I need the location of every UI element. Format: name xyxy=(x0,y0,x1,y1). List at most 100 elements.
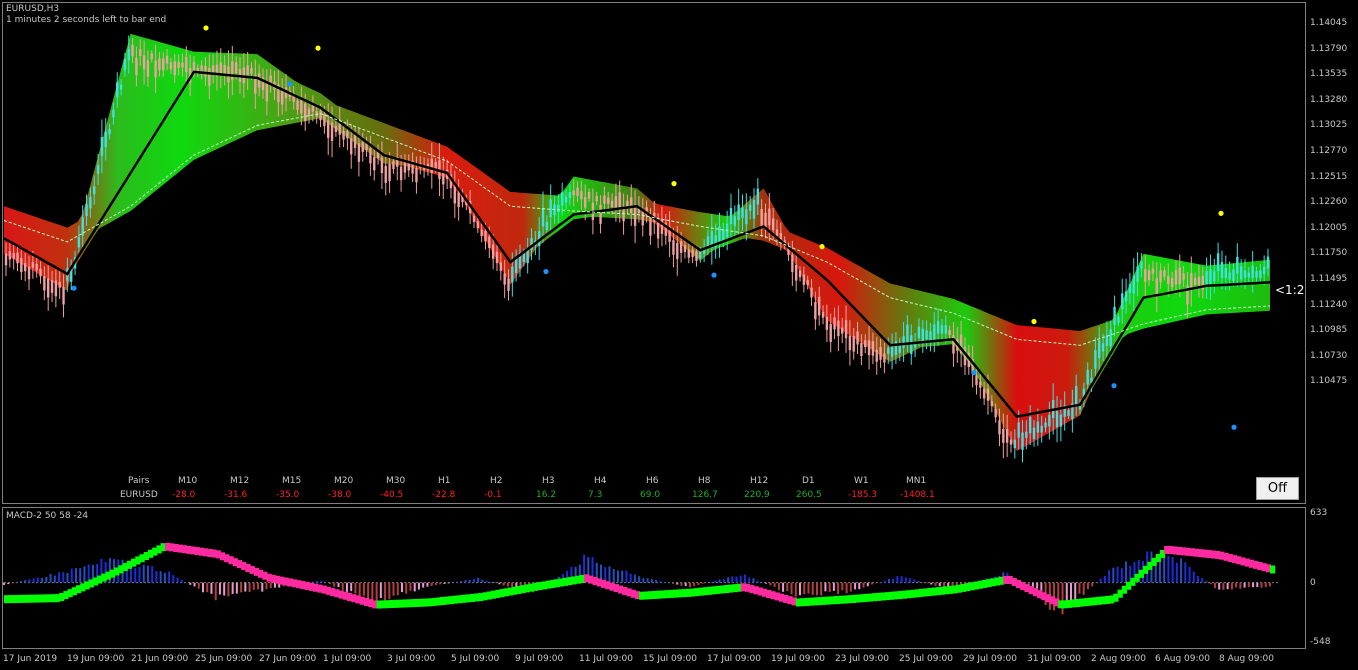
top-signal-dot xyxy=(203,25,209,31)
candle-body xyxy=(1128,284,1132,293)
candle-body xyxy=(1117,316,1120,323)
candle-body xyxy=(610,200,614,207)
top-signal-dot xyxy=(671,181,677,187)
candle-body xyxy=(1205,271,1208,286)
candle-body xyxy=(541,207,545,227)
candle-body xyxy=(806,280,809,285)
candle-body xyxy=(135,57,138,76)
candle-body xyxy=(311,105,315,112)
candle-body xyxy=(127,48,130,61)
candle-body xyxy=(1224,267,1228,278)
bottom-signal-dot xyxy=(711,272,717,278)
timeframe-value: -38.0 xyxy=(328,490,352,500)
candle-body xyxy=(1086,369,1089,385)
candle-body xyxy=(1124,291,1128,302)
candle-body xyxy=(211,65,215,73)
candle-body xyxy=(745,209,748,225)
macd-axis-tick: 633 xyxy=(1310,508,1328,518)
price-axis-tick: 1.12515 xyxy=(1310,171,1348,182)
candle-body xyxy=(856,331,859,345)
candle-body xyxy=(649,217,652,236)
candle-body xyxy=(603,195,606,204)
candle-body xyxy=(323,114,326,126)
candle-body xyxy=(580,191,583,200)
timeframe-header: MN1 xyxy=(906,476,927,486)
candle-body xyxy=(100,137,104,156)
candle-body xyxy=(1017,422,1020,438)
trend-cloud xyxy=(4,33,1270,452)
time-axis-tick: 1 Jul 09:00 xyxy=(323,654,372,664)
pair-name: EURUSD xyxy=(120,490,158,500)
candle-body xyxy=(123,59,127,71)
candle-body xyxy=(353,134,357,148)
candle-body xyxy=(77,236,81,248)
price-axis-tick: 1.10730 xyxy=(1310,350,1348,361)
candle-body xyxy=(185,56,188,73)
candle-body xyxy=(300,98,303,114)
candle-body xyxy=(1009,439,1013,445)
time-axis-tick: 11 Jul 09:00 xyxy=(579,654,633,664)
bottom-signal-dot xyxy=(1111,383,1117,389)
timeframe-value: 69.0 xyxy=(640,490,661,500)
price-axis-tick: 1.13280 xyxy=(1310,94,1348,105)
candle-body xyxy=(894,341,898,355)
candle-body xyxy=(1021,432,1024,450)
candle-body xyxy=(1182,273,1185,280)
candle-body xyxy=(495,251,499,264)
candle-body xyxy=(522,253,526,262)
candle-body xyxy=(691,249,694,258)
candle-body xyxy=(392,160,395,170)
time-axis-tick: 23 Jul 09:00 xyxy=(835,654,889,664)
candle-body xyxy=(491,244,495,259)
candle-body xyxy=(944,325,947,334)
price-axis-tick: 1.10985 xyxy=(1310,325,1348,336)
time-axis-tick: 17 Jul 09:00 xyxy=(707,654,761,664)
timeframe-value: -0.1 xyxy=(484,490,502,500)
candle-body xyxy=(825,316,829,330)
candle-body xyxy=(1163,270,1166,277)
off-button[interactable]: Off xyxy=(1256,477,1299,500)
timeframe-header: H6 xyxy=(646,476,659,486)
bottom-signal-dot xyxy=(71,285,77,291)
candle-body xyxy=(1197,276,1201,286)
candle-body xyxy=(875,349,878,362)
candle-body xyxy=(219,62,223,74)
candle-body xyxy=(169,62,173,70)
candle-body xyxy=(93,186,96,195)
candle-body xyxy=(58,281,61,288)
candle-body xyxy=(879,346,882,360)
price-axis-tick: 1.13790 xyxy=(1310,43,1348,54)
candle-body xyxy=(453,185,456,204)
candle-body xyxy=(687,249,690,258)
timeframe-header: H4 xyxy=(594,476,607,486)
candle-body xyxy=(752,199,756,219)
candle-body xyxy=(848,335,852,351)
candle-body xyxy=(1209,269,1212,286)
candle-body xyxy=(607,197,610,204)
time-axis-tick: 19 Jul 09:00 xyxy=(771,654,825,664)
candle-body xyxy=(158,58,161,71)
candle-body xyxy=(1094,350,1097,369)
candle-body xyxy=(319,110,322,121)
candle-body xyxy=(31,262,35,268)
candle-body xyxy=(871,341,875,356)
candle-body xyxy=(1044,422,1047,428)
candle-body xyxy=(1055,410,1059,428)
candle-body xyxy=(1247,272,1251,278)
candle-body xyxy=(883,353,886,363)
price-axis-tick: 1.12005 xyxy=(1310,222,1348,233)
candle-body xyxy=(1113,306,1116,325)
candle-body xyxy=(1105,335,1109,347)
candle-body xyxy=(549,199,552,218)
candle-body xyxy=(794,264,798,281)
macd-axis-tick: -548 xyxy=(1310,637,1331,647)
candle-body xyxy=(660,219,664,234)
macd-axis-tick: 0 xyxy=(1310,578,1316,588)
time-axis-tick: 21 Jun 09:00 xyxy=(131,654,189,664)
time-axis-tick: 9 Jul 09:00 xyxy=(515,654,564,664)
time-axis-tick: 5 Jul 09:00 xyxy=(451,654,500,664)
time-axis-tick: 6 Aug 09:00 xyxy=(1155,654,1210,664)
macd-signal-segment xyxy=(1270,565,1276,574)
candle-body xyxy=(1147,270,1151,281)
candle-body xyxy=(307,108,311,117)
